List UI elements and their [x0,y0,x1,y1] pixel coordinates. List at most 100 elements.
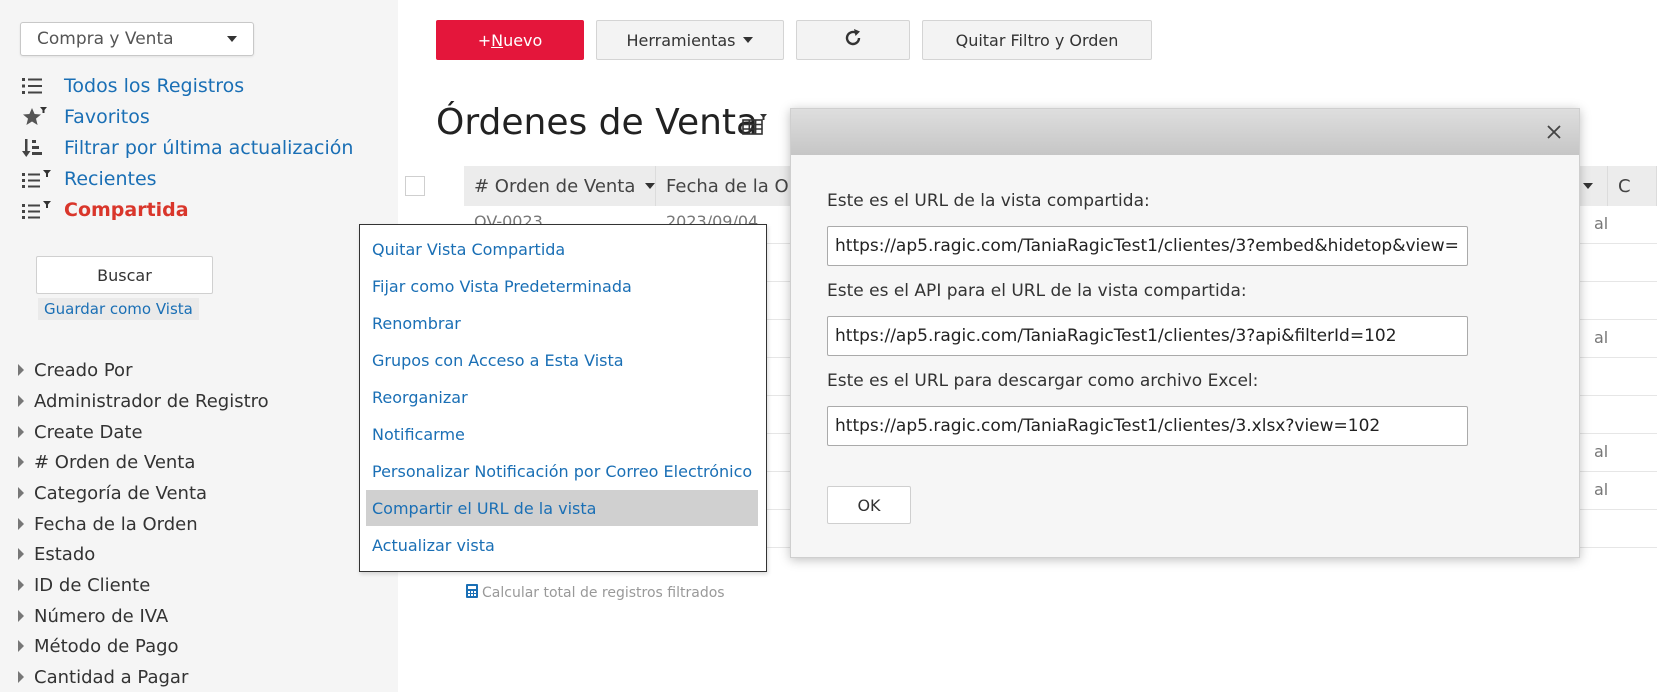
chevron-down-icon [645,183,655,189]
triangle-right-icon [18,548,24,560]
menu-item-reorganize[interactable]: Reorganizar [366,379,758,415]
shared-url-input[interactable] [827,226,1468,266]
field-item[interactable]: Creado Por [18,356,132,384]
list-filter-icon [22,201,64,219]
new-label-rest: uevo [503,30,543,50]
close-icon[interactable] [1541,119,1567,145]
field-item-label: ID de Cliente [34,574,151,596]
field-item-label: # Orden de Venta [34,451,196,473]
field-item-label: Método de Pago [34,635,179,657]
view-item-all-records[interactable]: Todos los Registros [22,72,244,100]
view-item-shared[interactable]: Compartida [22,196,189,224]
table-view-icon[interactable] [742,114,768,140]
triangle-right-icon [18,456,24,468]
column-header-label: C [1618,175,1631,197]
triangle-right-icon [18,579,24,591]
list-filter-icon [22,170,64,188]
list-icon [22,77,64,95]
refresh-button[interactable] [796,20,910,60]
dialog-header [791,109,1579,155]
column-header-next[interactable]: C [1608,166,1657,206]
sort-down-icon [22,138,64,158]
field-item[interactable]: Administrador de Registro [18,387,269,415]
tools-button[interactable]: Herramientas [596,20,784,60]
search-button[interactable]: Buscar [36,256,213,294]
menu-item-custom-email-notification[interactable]: Personalizar Notificación por Correo Ele… [366,453,758,489]
calc-total-label: Calcular total de registros filtrados [482,585,725,601]
column-header-label: Fecha de la Or [666,175,797,197]
field-item-label: Número de IVA [34,605,169,627]
field-item-label: Create Date [34,421,143,443]
field-item-label: Creado Por [34,359,133,381]
share-url-dialog: Este es el URL de la vista compartida: E… [790,108,1580,558]
cell-fragment: al [1594,480,1609,499]
view-item-label: Favoritos [64,106,150,128]
calculator-icon [466,584,478,602]
cell-fragment: al [1594,442,1609,461]
view-item-label: Filtrar por última actualización [64,137,354,159]
field-item[interactable]: Estado [18,540,95,568]
api-url-input[interactable] [827,316,1468,356]
excel-url-input[interactable] [827,406,1468,446]
field-item[interactable]: Método de Pago [18,632,179,660]
field-item-label: Fecha de la Orden [34,513,198,535]
select-all-checkbox[interactable] [405,176,425,196]
sheet-select[interactable]: Compra y Venta [20,22,254,56]
field-item-label: Categoría de Venta [34,482,208,504]
shared-url-label: Este es el URL de la vista compartida: [827,191,1150,211]
tools-button-label: Herramientas [626,30,736,50]
calc-total-link[interactable]: Calcular total de registros filtrados [466,584,725,602]
view-item-label: Todos los Registros [64,75,245,97]
field-item[interactable]: Número de IVA [18,602,168,630]
triangle-right-icon [18,610,24,622]
excel-url-label: Este es el URL para descargar como archi… [827,371,1259,391]
menu-item-remove-shared[interactable]: Quitar Vista Compartida [366,231,758,267]
view-item-label: Recientes [64,168,157,190]
refresh-icon [843,28,863,52]
menu-item-rename[interactable]: Renombrar [366,305,758,341]
column-header-order[interactable]: # Orden de Venta [464,166,656,206]
sidebar: Compra y Venta Todos los Registros Favor… [0,0,398,692]
view-item-last-updated[interactable]: Filtrar por última actualización [22,134,353,162]
field-item[interactable]: Categoría de Venta [18,479,207,507]
cell-fragment: al [1594,328,1609,347]
menu-item-refresh-view[interactable]: Actualizar vista [366,527,758,563]
triangle-right-icon [18,426,24,438]
field-item[interactable]: Fecha de la Orden [18,510,198,538]
sheet-select-value: Compra y Venta [37,29,174,49]
column-header-label: # Orden de Venta [474,175,636,197]
view-item-label: Compartida [64,199,189,221]
field-item-label: Administrador de Registro [34,390,269,412]
view-context-menu: Quitar Vista Compartida Fijar como Vista… [359,224,767,572]
field-item-label: Cantidad a Pagar [34,666,189,688]
new-label-accesskey: N [491,30,504,50]
new-record-button[interactable]: + Nuevo [436,20,584,60]
menu-item-access-groups[interactable]: Grupos con Acceso a Esta Vista [366,342,758,378]
api-url-label: Este es el API para el URL de la vista c… [827,281,1247,301]
field-item[interactable]: ID de Cliente [18,571,150,599]
menu-item-notify-me[interactable]: Notificarme [366,416,758,452]
triangle-right-icon [18,364,24,376]
ok-button[interactable]: OK [827,486,911,524]
triangle-right-icon [18,640,24,652]
view-item-favorites[interactable]: Favoritos [22,103,150,131]
field-item[interactable]: Create Date [18,418,143,446]
clear-filter-sort-button[interactable]: Quitar Filtro y Orden [922,20,1152,60]
menu-item-share-view-url[interactable]: Compartir el URL de la vista [366,490,758,526]
triangle-right-icon [18,395,24,407]
view-item-recent[interactable]: Recientes [22,165,157,193]
field-item[interactable]: Cantidad a Pagar [18,663,188,691]
save-as-view-link[interactable]: Guardar como Vista [38,298,199,320]
menu-item-set-default[interactable]: Fijar como Vista Predeterminada [366,268,758,304]
page-title: Órdenes de Venta [436,102,759,143]
new-label-prefix: + [477,30,492,50]
cell-fragment: al [1594,214,1609,233]
field-item[interactable]: # Orden de Venta [18,448,195,476]
chevron-down-icon [1583,183,1593,189]
field-item-label: Estado [34,543,96,565]
triangle-right-icon [18,518,24,530]
triangle-right-icon [18,671,24,683]
triangle-right-icon [18,487,24,499]
chevron-down-icon [227,36,237,42]
chevron-down-icon [743,37,754,43]
